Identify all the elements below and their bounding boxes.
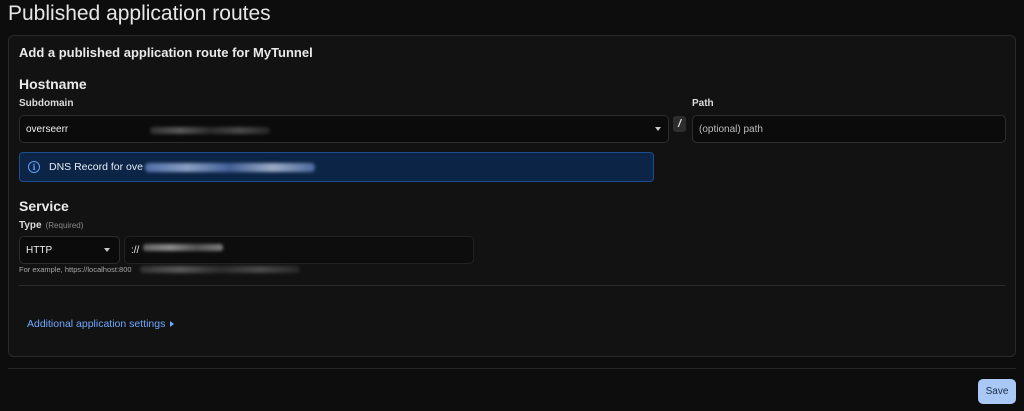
additional-settings-link[interactable]: Additional application settings xyxy=(27,318,175,330)
save-button[interactable]: Save xyxy=(978,379,1016,404)
info-icon: i xyxy=(28,161,40,173)
path-label: Path xyxy=(692,98,714,109)
domain-redacted xyxy=(150,127,270,134)
service-section-title: Service xyxy=(19,198,69,214)
service-url-redacted xyxy=(143,244,223,251)
path-placeholder: (optional) path xyxy=(699,123,763,135)
service-type-value: HTTP xyxy=(26,244,53,256)
section-divider xyxy=(19,285,1005,286)
dns-notice-text: DNS Record for ove xyxy=(49,161,143,173)
footer-divider xyxy=(8,368,1016,369)
service-url-input[interactable]: :// xyxy=(124,236,474,264)
service-hint-text: For example, https://localhost:800 xyxy=(19,265,132,274)
type-label-text: Type xyxy=(19,220,42,231)
service-hint-redacted xyxy=(140,266,300,273)
hostname-section-title: Hostname xyxy=(19,76,87,92)
path-input[interactable]: (optional) path xyxy=(692,115,1006,143)
path-separator: / xyxy=(673,116,686,132)
page-title: Published application routes xyxy=(8,2,271,25)
additional-settings-label: Additional application settings xyxy=(27,318,166,330)
service-url-value: :// xyxy=(131,244,140,256)
required-marker: (Required) xyxy=(45,221,84,230)
chevron-right-icon xyxy=(170,321,175,327)
chevron-down-icon xyxy=(104,248,110,252)
form-title: Add a published application route for My… xyxy=(19,45,313,60)
service-type-select[interactable]: HTTP xyxy=(19,236,120,264)
dns-notice: i DNS Record for ove xyxy=(19,152,654,182)
service-hint: For example, https://localhost:800 xyxy=(19,265,132,274)
chevron-down-icon xyxy=(655,127,661,131)
route-form-card xyxy=(8,35,1016,357)
type-label: Type (Required) xyxy=(19,220,83,231)
subdomain-value: overseerr xyxy=(26,123,69,135)
subdomain-label: Subdomain xyxy=(19,98,74,109)
subdomain-select[interactable]: overseerr xyxy=(19,115,669,143)
dns-record-redacted xyxy=(144,162,315,172)
